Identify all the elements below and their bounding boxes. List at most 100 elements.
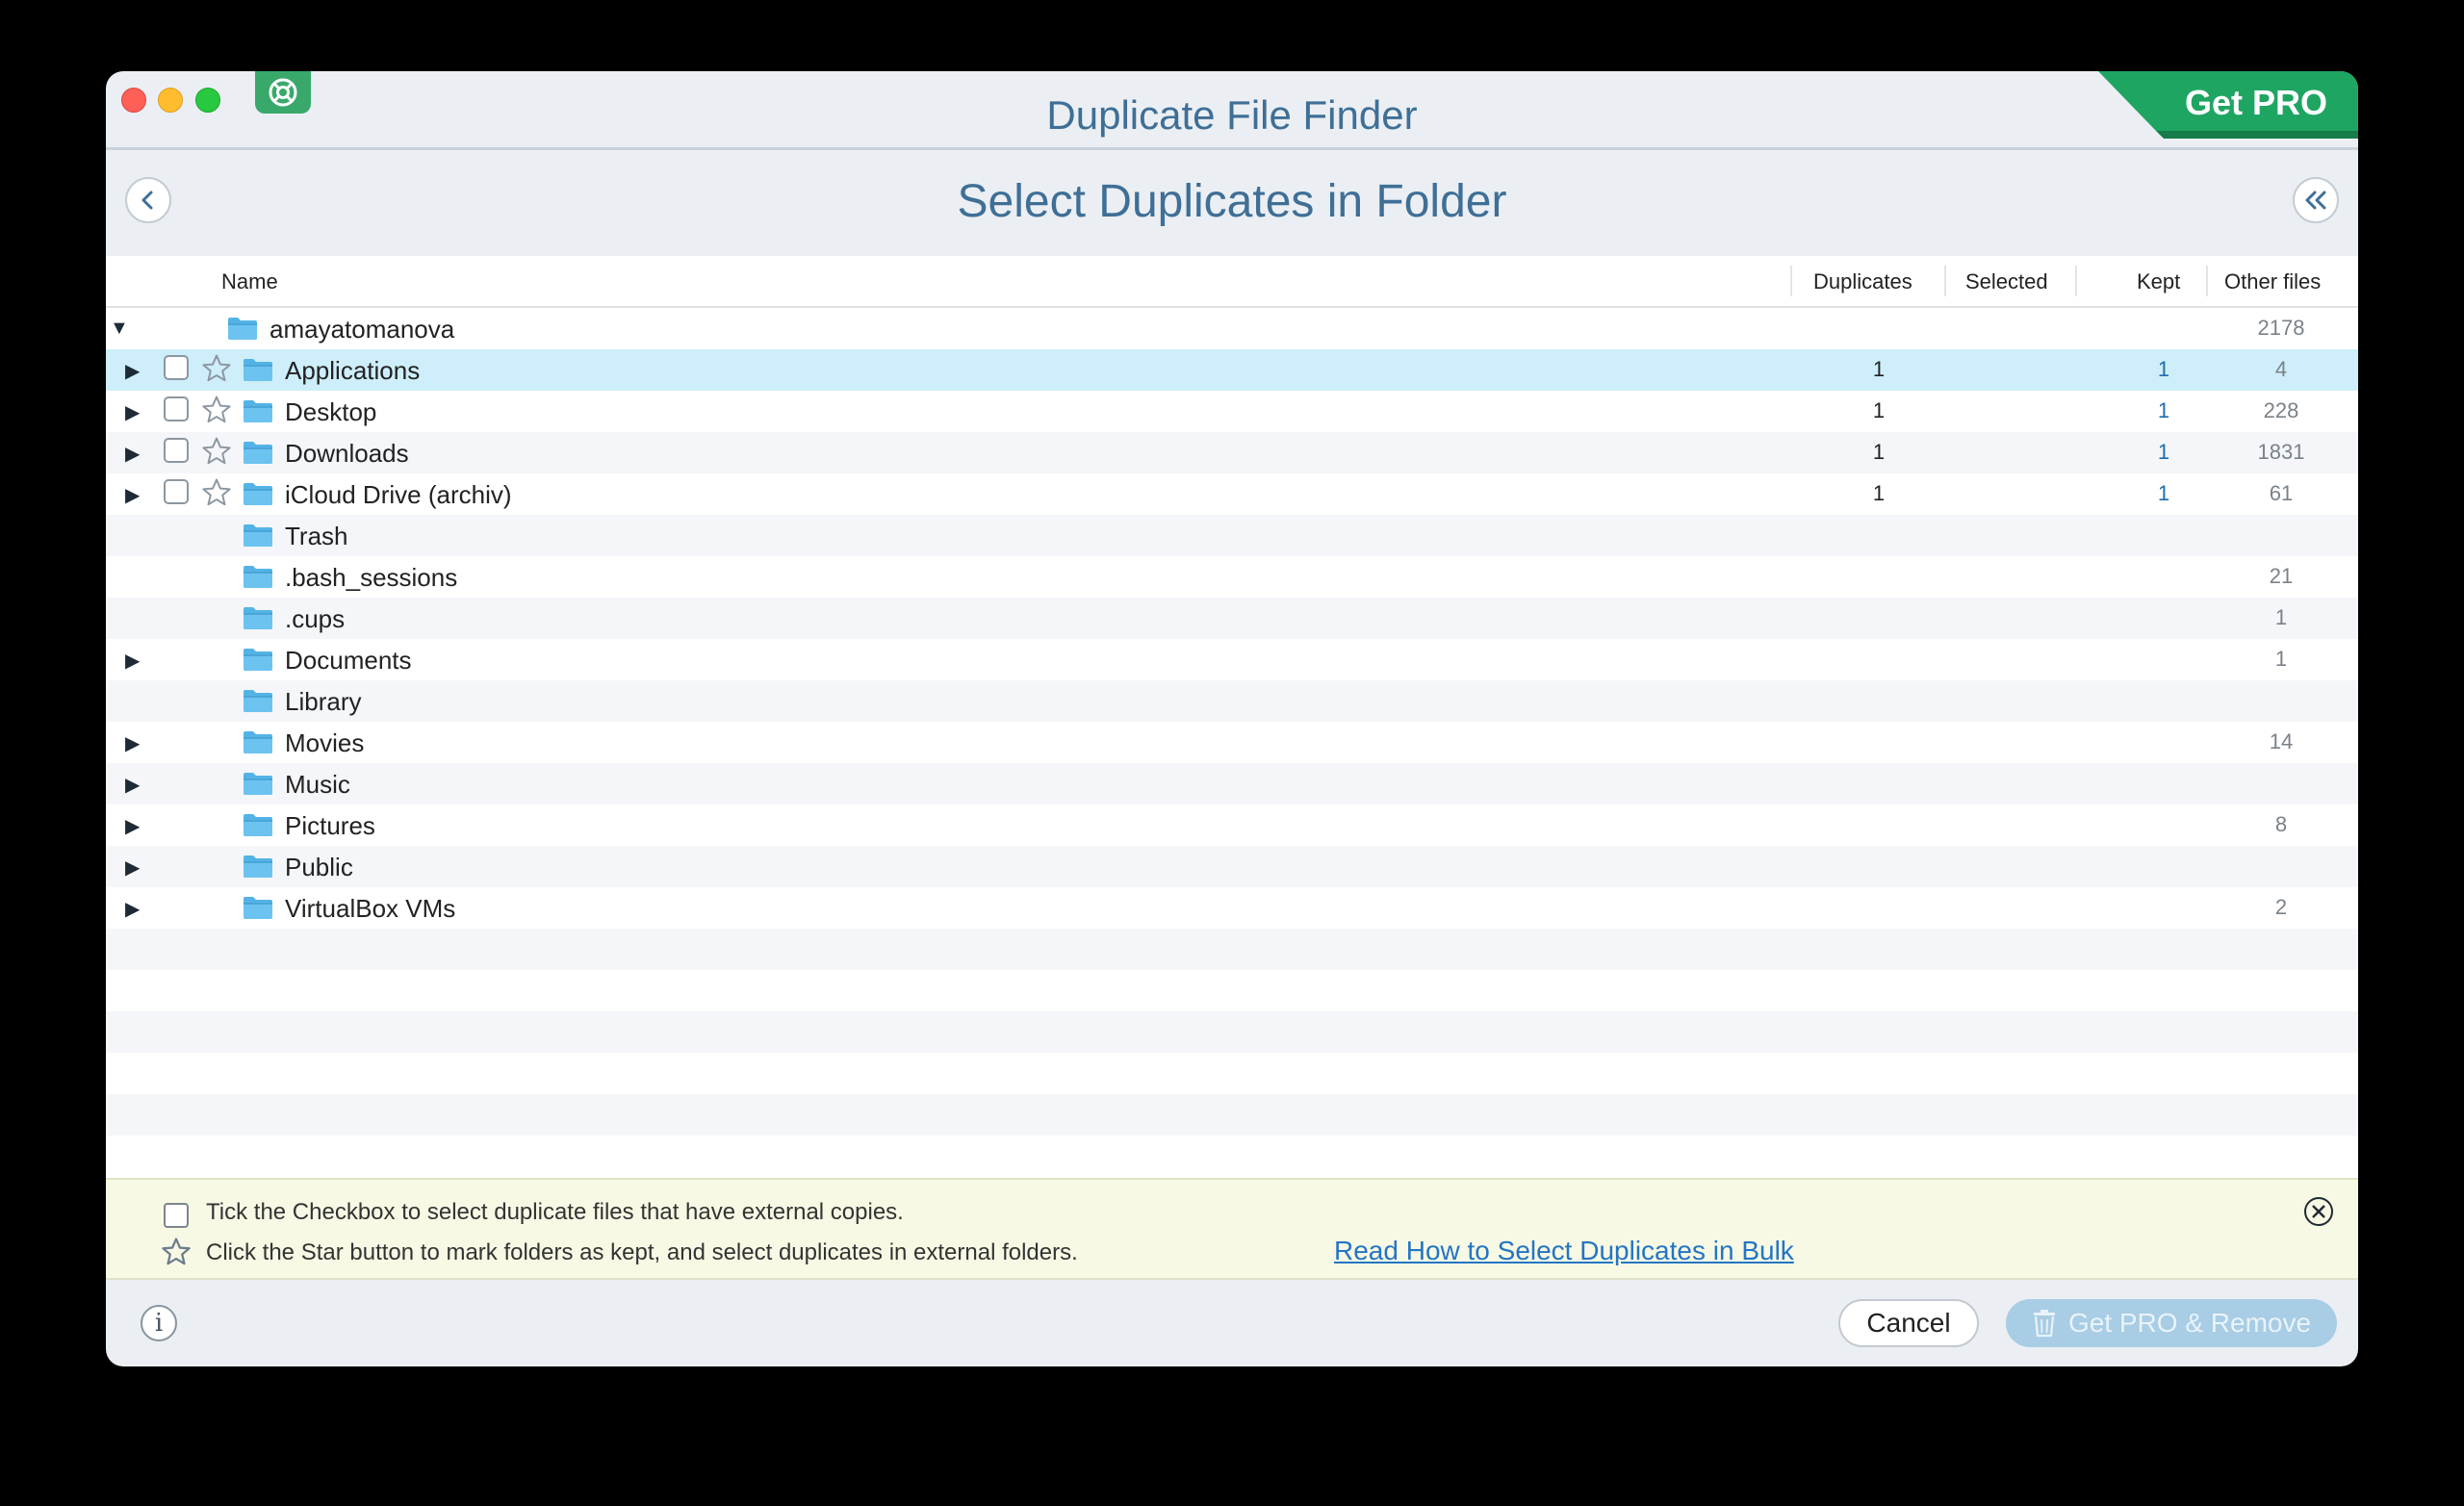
duplicates-count: 1: [1872, 481, 1886, 505]
downloads-folder-icon: [243, 440, 273, 472]
get-pro-remove-label: Get PRO & Remove: [2067, 1308, 2312, 1338]
column-separator: [2075, 266, 2077, 296]
column-header-selected[interactable]: Selected: [1965, 269, 2048, 294]
star-hint-text: Click the Star button to mark folders as…: [206, 1239, 1078, 1265]
collapse-sidebar-button[interactable]: [2293, 177, 2339, 223]
table-row[interactable]: ▶ Pictures 8: [106, 804, 2358, 846]
table-row[interactable]: ▶ Music: [106, 763, 2358, 804]
keep-star-icon[interactable]: [200, 435, 233, 474]
cancel-button[interactable]: Cancel: [1838, 1299, 1979, 1347]
folder-icon: [243, 605, 273, 637]
folder-name: Movies: [285, 728, 365, 757]
disclosure-triangle-icon[interactable]: ▶: [125, 442, 140, 466]
other-files-count: 8: [2274, 812, 2288, 836]
folder-name: .bash_sessions: [285, 563, 458, 592]
table-body: ▼ amayatomanova 2178 ▶ Applications 1 1 4 ▶ Deskt…: [106, 308, 2358, 1177]
title-bar: Duplicate File Finder Get PRO: [106, 71, 2358, 148]
table-row[interactable]: ▶ iCloud Drive (archiv) 1 1 61: [106, 473, 2358, 515]
keep-star-icon[interactable]: [200, 476, 233, 516]
empty-row: [106, 970, 2358, 1011]
empty-row: [106, 1053, 2358, 1094]
column-header-other-files[interactable]: Other files: [2224, 269, 2321, 294]
table-row[interactable]: ▶ Downloads 1 1 1831: [106, 432, 2358, 473]
table-row[interactable]: ▶ Movies 14: [106, 722, 2358, 763]
table-row[interactable]: Trash: [106, 515, 2358, 556]
folder-name: Public: [285, 853, 353, 881]
table-row[interactable]: ▶ Documents 1: [106, 639, 2358, 680]
page-title: Select Duplicates in Folder: [957, 176, 1507, 227]
table-header: Name Duplicates Selected Kept Other file…: [106, 256, 2358, 308]
table-row[interactable]: .bash_sessions 21: [106, 556, 2358, 598]
disclosure-triangle-icon[interactable]: ▶: [125, 731, 140, 755]
disclosure-triangle-icon[interactable]: ▶: [125, 649, 140, 673]
table-row[interactable]: ▶ Applications 1 1 4: [106, 349, 2358, 391]
disclosure-triangle-icon[interactable]: ▶: [125, 814, 140, 838]
pictures-folder-icon: [243, 812, 273, 844]
main-window: Duplicate File Finder Get PRO Select Dup…: [106, 71, 2358, 1366]
close-hint-icon[interactable]: [2302, 1195, 2335, 1228]
library-folder-icon: [243, 688, 273, 720]
folder-icon: [243, 564, 273, 596]
get-pro-remove-button[interactable]: Get PRO & Remove: [2006, 1299, 2337, 1347]
duplicates-count: 1: [1872, 398, 1886, 422]
folder-name: VirtualBox VMs: [285, 894, 456, 923]
other-files-count: 14: [2269, 729, 2294, 753]
other-files-count: 61: [2269, 481, 2294, 505]
info-button[interactable]: i: [141, 1305, 177, 1341]
empty-row: [106, 929, 2358, 970]
folder-name: .cups: [285, 604, 346, 633]
hint-panel: Tick the Checkbox to select duplicate fi…: [106, 1178, 2358, 1280]
column-separator: [1790, 266, 1792, 296]
row-checkbox[interactable]: [164, 355, 189, 380]
folder-name: Documents: [285, 646, 412, 675]
kept-count: 1: [2157, 398, 2170, 422]
trash-icon: [2033, 1310, 2055, 1338]
table-row[interactable]: ▶ VirtualBox VMs 2: [106, 887, 2358, 929]
folder-icon: [243, 481, 273, 513]
column-header-name[interactable]: Name: [221, 269, 278, 294]
folder-name: Applications: [285, 356, 421, 385]
kept-count: 1: [2157, 481, 2170, 505]
kept-count: 1: [2157, 440, 2170, 464]
keep-star-icon[interactable]: [200, 352, 233, 392]
folder-name: Music: [285, 770, 350, 799]
row-checkbox[interactable]: [164, 479, 189, 504]
column-separator: [2206, 266, 2208, 296]
folder-name: Library: [285, 687, 362, 716]
disclosure-triangle-icon[interactable]: ▶: [125, 483, 140, 507]
table-row[interactable]: .cups 1: [106, 598, 2358, 639]
disclosure-triangle-icon[interactable]: ▶: [125, 773, 140, 797]
get-pro-button[interactable]: Get PRO: [2098, 71, 2358, 139]
table-row[interactable]: ▶ Public: [106, 846, 2358, 887]
duplicates-count: 1: [1872, 357, 1886, 381]
footer-bar: i Cancel Get PRO & Remove: [106, 1280, 2358, 1366]
other-files-count: 228: [2263, 398, 2299, 422]
folder-name: iCloud Drive (archiv): [285, 480, 512, 509]
empty-row: [106, 1094, 2358, 1136]
column-header-kept[interactable]: Kept: [2137, 269, 2180, 294]
disclosure-triangle-icon[interactable]: ▶: [125, 359, 140, 383]
title-divider: [106, 147, 2358, 150]
duplicates-count: 1: [1872, 440, 1886, 464]
disclosure-triangle-icon[interactable]: ▶: [125, 897, 140, 921]
disclosure-triangle-expanded-icon[interactable]: ▼: [110, 318, 129, 340]
disclosure-triangle-icon[interactable]: ▶: [125, 855, 140, 880]
music-folder-icon: [243, 771, 273, 803]
other-files-count: 4: [2274, 357, 2288, 381]
desktop-folder-icon: [243, 398, 273, 430]
get-pro-label: Get PRO: [2184, 83, 2327, 122]
checkbox-hint-text: Tick the Checkbox to select duplicate fi…: [206, 1199, 904, 1225]
table-row[interactable]: ▶ Desktop 1 1 228: [106, 391, 2358, 432]
table-row[interactable]: ▼ amayatomanova 2178: [106, 308, 2358, 349]
table-row[interactable]: Library: [106, 680, 2358, 722]
folder-name: Downloads: [285, 439, 409, 468]
disclosure-triangle-icon[interactable]: ▶: [125, 400, 140, 424]
keep-star-icon[interactable]: [200, 394, 233, 433]
read-how-link[interactable]: Read How to Select Duplicates in Bulk: [1334, 1236, 1794, 1266]
row-checkbox[interactable]: [164, 396, 189, 421]
folder-icon: [243, 895, 273, 927]
row-checkbox[interactable]: [164, 438, 189, 463]
column-header-duplicates[interactable]: Duplicates: [1813, 269, 1912, 294]
other-files-count: 21: [2269, 564, 2294, 588]
column-separator: [1944, 266, 1946, 296]
